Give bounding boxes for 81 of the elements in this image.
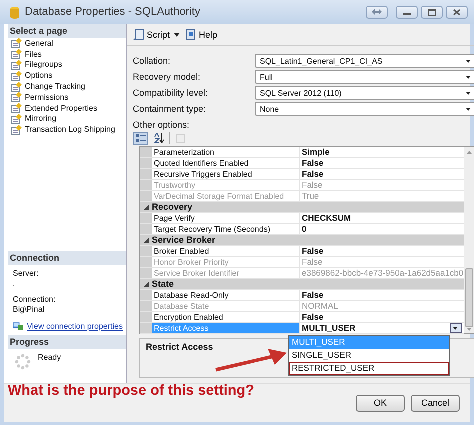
dropdown-arrow-icon bbox=[453, 326, 458, 330]
database-icon bbox=[10, 6, 20, 18]
field-label: Collation: bbox=[133, 56, 172, 66]
dropdown-arrow-icon bbox=[466, 92, 471, 94]
dropdown-arrow-icon bbox=[466, 60, 471, 62]
description-title: Restrict Access bbox=[146, 342, 214, 352]
property-value: NORMAL bbox=[301, 301, 340, 311]
annotation-text: What is the purpose of this setting? bbox=[8, 383, 254, 399]
page-item[interactable]: Change Tracking bbox=[8, 81, 126, 92]
dropdown-arrow-icon bbox=[174, 32, 180, 36]
property-value: False bbox=[301, 180, 324, 190]
field-label: Recovery model: bbox=[133, 72, 202, 82]
section-header: Select a page bbox=[8, 24, 126, 38]
page-item[interactable]: Extended Properties bbox=[8, 102, 126, 114]
dropdown-arrow-icon bbox=[466, 76, 471, 78]
property-name[interactable]: Target Recovery Time (Seconds) bbox=[152, 224, 300, 234]
help-button[interactable]: Help bbox=[185, 28, 219, 42]
dropdown-field[interactable]: None bbox=[255, 102, 474, 116]
category-header[interactable]: State bbox=[152, 279, 174, 289]
server-label: Server: bbox=[13, 269, 40, 279]
dropdown-field[interactable]: Full bbox=[255, 70, 474, 84]
minimize-button[interactable] bbox=[396, 6, 418, 18]
property-value: False bbox=[301, 257, 324, 267]
swap-button[interactable] bbox=[366, 6, 388, 18]
property-value: Simple bbox=[301, 147, 331, 157]
property-name[interactable]: Encryption Enabled bbox=[152, 312, 300, 322]
page-item[interactable]: Mirroring bbox=[8, 114, 126, 124]
property-name[interactable]: Parameterization bbox=[152, 147, 300, 157]
maximize-icon bbox=[428, 8, 436, 16]
property-value: 0 bbox=[301, 224, 308, 234]
connection-label: Connection: bbox=[13, 295, 57, 305]
dropdown-option[interactable]: SINGLE_USER bbox=[289, 349, 449, 362]
property-value: False bbox=[301, 158, 325, 168]
close-button[interactable] bbox=[446, 6, 468, 18]
view-connection-link[interactable]: View connection properties bbox=[27, 322, 123, 330]
category-header[interactable]: Recovery bbox=[152, 202, 193, 212]
maximize-button[interactable] bbox=[421, 6, 443, 18]
property-name[interactable]: Broker Enabled bbox=[152, 246, 300, 256]
property-name[interactable]: Database Read-Only bbox=[152, 290, 300, 300]
property-value: CHECKSUM bbox=[301, 213, 352, 223]
ok-button[interactable]: OK bbox=[356, 394, 405, 412]
property-value: False bbox=[301, 169, 325, 179]
page-item[interactable]: Permissions bbox=[8, 92, 126, 103]
section-header: Connection bbox=[8, 251, 126, 265]
page-item[interactable]: Transaction Log Shipping bbox=[8, 124, 126, 136]
close-icon bbox=[453, 8, 461, 16]
property-name[interactable]: Page Verify bbox=[152, 213, 300, 223]
property-name[interactable]: Recursive Triggers Enabled bbox=[152, 169, 300, 179]
categorized-button[interactable] bbox=[133, 132, 148, 144]
connection-name: Big\Pinal bbox=[13, 305, 46, 315]
category-header[interactable]: Service Broker bbox=[152, 235, 216, 245]
property-name[interactable]: Quoted Identifiers Enabled bbox=[152, 158, 300, 168]
progress-status: Ready bbox=[38, 353, 62, 364]
dropdown-arrow-icon bbox=[466, 108, 471, 110]
page-item[interactable]: Filegroups bbox=[8, 60, 126, 70]
page-item[interactable]: Files bbox=[8, 48, 126, 60]
field-label: Containment type: bbox=[133, 104, 208, 114]
arrows-icon bbox=[372, 9, 382, 15]
dropdown-field[interactable]: SQL_Latin1_General_CP1_CI_AS bbox=[255, 54, 474, 68]
server-name: . bbox=[13, 279, 16, 289]
dropdown-field[interactable]: SQL Server 2012 (110) bbox=[255, 86, 474, 100]
categorized-icon bbox=[136, 134, 146, 142]
property-value: e3869862-bbcb-4e73-950a-1a62d5aa1cb0 bbox=[301, 268, 464, 278]
property-value: False bbox=[301, 312, 325, 322]
value-dropdown[interactable]: MULTI_USER bbox=[302, 323, 464, 333]
window-title: Database Properties - SQLAuthority bbox=[25, 6, 200, 18]
property-value: True bbox=[301, 191, 320, 201]
page-item[interactable]: General bbox=[8, 38, 126, 49]
field-label: Compatibility level: bbox=[133, 88, 210, 98]
section-header: Progress bbox=[8, 335, 126, 349]
property-value: False bbox=[301, 290, 325, 300]
page-item[interactable]: Options bbox=[8, 70, 126, 82]
sort-icon bbox=[154, 133, 164, 143]
cancel-button[interactable]: Cancel bbox=[411, 394, 460, 412]
connection-icon bbox=[13, 321, 24, 331]
script-button[interactable]: Script bbox=[132, 28, 172, 42]
scroll-icon bbox=[133, 28, 145, 40]
dropdown-option[interactable]: RESTRICTED_USER bbox=[289, 362, 449, 375]
spinner-icon bbox=[14, 353, 32, 371]
section-label: Other options: bbox=[133, 119, 191, 130]
property-value: False bbox=[301, 246, 325, 256]
